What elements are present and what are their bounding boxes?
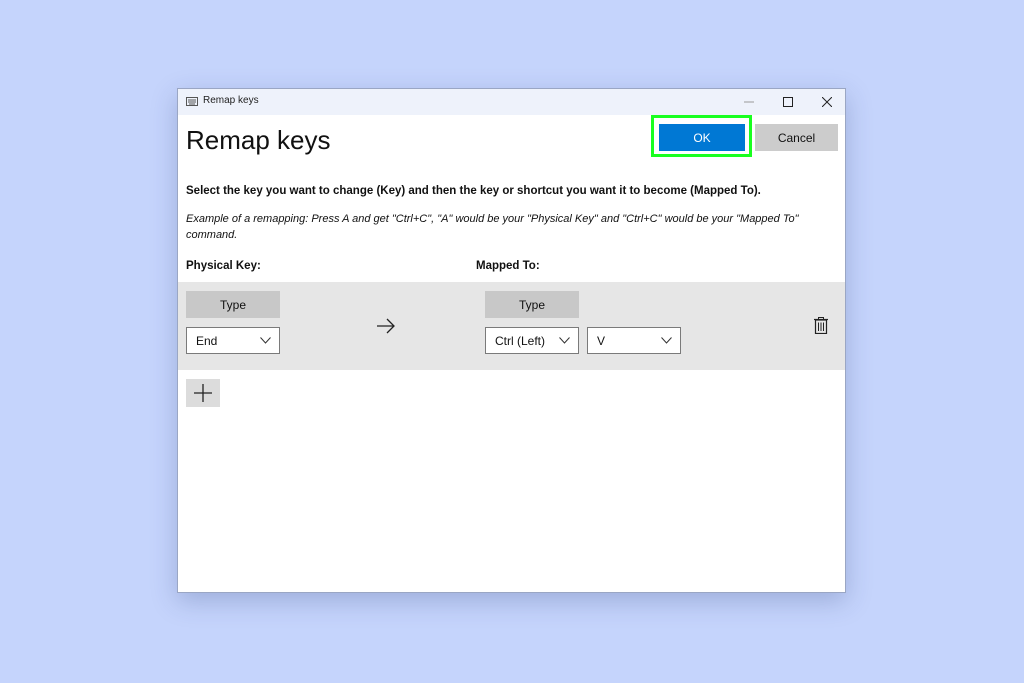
maximize-button[interactable]	[769, 89, 807, 115]
title-bar[interactable]: Remap keys	[178, 89, 845, 115]
chevron-down-icon	[661, 337, 672, 344]
remap-keys-window: Remap keys Remap keys OK Cancel Select t…	[177, 88, 846, 593]
mapped-modifier-value: Ctrl (Left)	[495, 334, 546, 348]
mapped-key-dropdown[interactable]: V	[587, 327, 681, 354]
maximize-icon	[783, 97, 793, 107]
keyboard-icon	[186, 97, 198, 106]
mapped-key-value: V	[597, 334, 606, 348]
add-mapping-button[interactable]	[186, 379, 220, 407]
physical-key-value: End	[196, 334, 218, 348]
mapped-to-label: Mapped To:	[476, 260, 540, 272]
window-title: Remap keys	[203, 95, 259, 106]
mapped-modifier-dropdown[interactable]: Ctrl (Left)	[485, 327, 579, 354]
cancel-button[interactable]: Cancel	[755, 124, 838, 151]
plus-icon	[194, 384, 212, 402]
chevron-down-icon	[559, 337, 570, 344]
minimize-icon	[744, 101, 754, 103]
minimize-button[interactable]	[730, 89, 768, 115]
instruction-text: Select the key you want to change (Key) …	[186, 185, 761, 197]
ok-button[interactable]: OK	[659, 124, 745, 151]
chevron-down-icon	[260, 337, 271, 344]
trash-icon[interactable]	[814, 317, 828, 334]
arrow-right-icon	[377, 318, 395, 334]
physical-key-label: Physical Key:	[186, 260, 261, 272]
physical-key-dropdown[interactable]: End	[186, 327, 280, 354]
mapped-type-button[interactable]: Type	[485, 291, 579, 318]
close-icon	[822, 97, 832, 107]
mapping-row: Type End Type Ctrl (Left) V	[178, 282, 845, 370]
example-text: Example of a remapping: Press A and get …	[186, 213, 799, 241]
close-button[interactable]	[808, 89, 846, 115]
physical-type-button[interactable]: Type	[186, 291, 280, 318]
page-title: Remap keys	[186, 125, 331, 155]
